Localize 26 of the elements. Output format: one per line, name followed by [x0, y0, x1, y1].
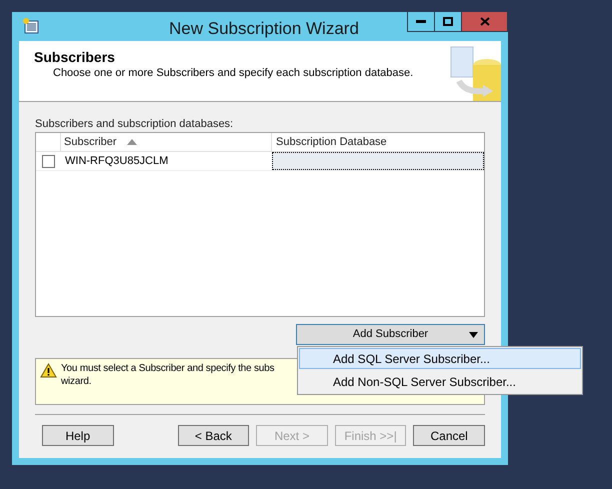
- database-cell[interactable]: [272, 152, 484, 170]
- column-header[interactable]: Subscriber: [61, 133, 272, 151]
- menu-item[interactable]: Add Non-SQL Server Subscriber...: [299, 371, 581, 392]
- minimize-button[interactable]: [407, 12, 435, 32]
- close-button[interactable]: [462, 12, 508, 32]
- wizard-button[interactable]: Help: [42, 425, 114, 446]
- table-cell-text: WIN-RFQ3U85JCLM: [64, 154, 170, 169]
- warning-text: wizard.: [61, 375, 92, 388]
- dropdown-arrow-icon: [469, 332, 478, 338]
- column-header[interactable]: Subscription Database: [272, 133, 484, 151]
- wizard-button[interactable]: < Back: [178, 425, 250, 446]
- checkbox[interactable]: [42, 154, 55, 168]
- app-icon: [22, 17, 40, 35]
- warning-icon: [40, 363, 57, 378]
- window-title: New Subscription Wizard: [169, 18, 359, 40]
- maximize-icon: [443, 17, 453, 26]
- minimize-icon: [416, 20, 426, 24]
- page-description: Choose one or more Subscribers and specify each subscription database.: [53, 66, 414, 81]
- grid-label: Subscribers and subscription databases:: [35, 117, 234, 132]
- add-subscriber-button[interactable]: Add Subscriber: [296, 324, 485, 345]
- page-title: Subscribers: [34, 48, 115, 67]
- menu-item[interactable]: Add SQL Server Subscriber...: [299, 348, 581, 369]
- sort-ascending-icon: [126, 139, 137, 145]
- wizard-button[interactable]: Cancel: [413, 425, 485, 446]
- close-icon: [480, 17, 490, 26]
- warning-text: You must select a Subscriber and specify the subs: [61, 362, 274, 375]
